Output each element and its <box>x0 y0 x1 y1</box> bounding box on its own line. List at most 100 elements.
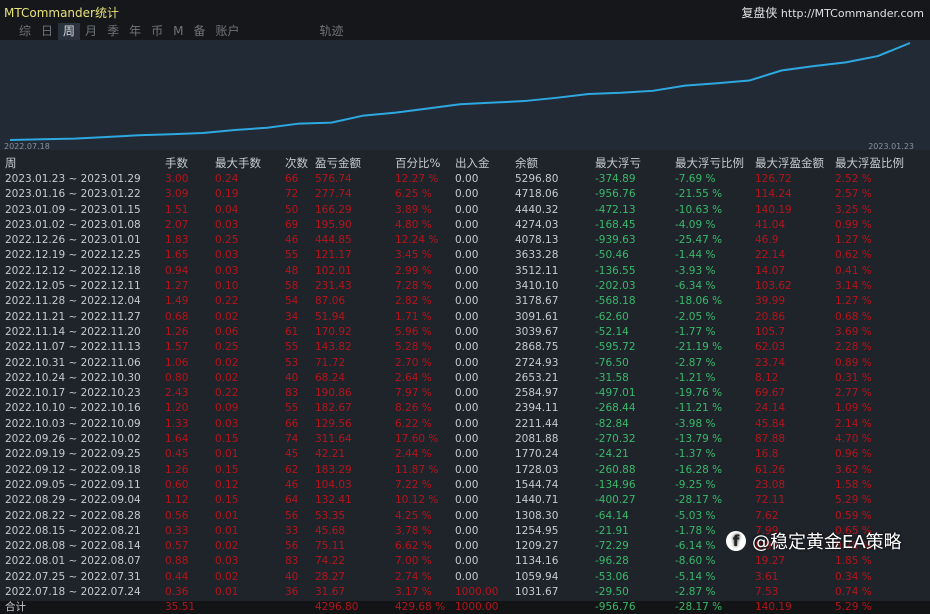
tab-10[interactable]: 轨迹 <box>315 23 349 40</box>
cell-11: 最大浮盈比例 <box>835 156 904 170</box>
cell-3: 62 <box>285 463 299 476</box>
tab-8[interactable]: 备 <box>188 23 210 40</box>
cell-6: 0.00 <box>455 524 479 537</box>
cell-4: 190.86 <box>315 387 352 400</box>
cell-8: -82.84 <box>595 417 629 430</box>
tab-4[interactable]: 季 <box>102 23 124 40</box>
tab-7[interactable]: M <box>168 23 188 40</box>
cell-7: 2653.21 <box>515 371 559 384</box>
cell-2: 0.06 <box>215 325 239 338</box>
cell-9: -1.78 % <box>675 524 716 537</box>
cell-2: 0.25 <box>215 341 239 354</box>
cell-7: 3039.67 <box>515 325 559 338</box>
cell-5: 2.64 % <box>395 371 432 384</box>
tab-5[interactable]: 年 <box>124 23 146 40</box>
tab-1[interactable]: 日 <box>36 23 58 40</box>
cell-7: 3633.28 <box>515 249 559 262</box>
cell-6: 0.00 <box>455 371 479 384</box>
table-row: 2022.09.05 ~ 2022.09.11 0.60 0.12 46 104.03 7… <box>0 478 930 493</box>
cell-7: 2868.75 <box>515 341 559 354</box>
site-link[interactable]: 复盘侠 http://MTCommander.com <box>741 4 924 21</box>
cell-6: 0.00 <box>455 509 479 522</box>
tab-6[interactable]: 币 <box>146 23 168 40</box>
table-row: 2022.09.12 ~ 2022.09.18 1.26 0.15 62 183.29 1… <box>0 463 930 478</box>
site-url[interactable]: http://MTCommander.com <box>781 7 924 20</box>
cell-4: 311.64 <box>315 433 352 446</box>
cell-7: 4440.32 <box>515 203 559 216</box>
cell-5: 429.68 % <box>395 601 446 614</box>
cell-11: 2.28 % <box>835 341 872 354</box>
cell-9: -3.93 % <box>675 264 716 277</box>
tab-2[interactable]: 周 <box>58 23 81 40</box>
cell-9: -5.03 % <box>675 509 716 522</box>
cell-9: -1.21 % <box>675 371 716 384</box>
table-row: 2022.12.12 ~ 2022.12.18 0.94 0.03 48 102.01 2… <box>0 264 930 279</box>
cell-7: 4274.03 <box>515 218 559 231</box>
cell-4: 51.94 <box>315 310 346 323</box>
cell-4: 143.82 <box>315 341 352 354</box>
cell-1: 0.56 <box>165 509 189 522</box>
cell-5: 8.26 % <box>395 402 432 415</box>
cell-7: 3091.61 <box>515 310 559 323</box>
cell-2: 0.22 <box>215 387 239 400</box>
cell-8: 最大浮亏 <box>595 156 641 170</box>
cell-5: 3.89 % <box>395 203 432 216</box>
cell-2: 0.01 <box>215 509 239 522</box>
cell-2: 0.03 <box>215 249 239 262</box>
cell-1: 1.51 <box>165 203 189 216</box>
cell-0: 2022.11.07 ~ 2022.11.13 <box>5 341 141 354</box>
table-row: 2022.11.07 ~ 2022.11.13 1.57 0.25 55 143.82 5… <box>0 340 930 355</box>
cell-3: 61 <box>285 325 299 338</box>
cell-3: 74 <box>285 433 299 446</box>
cell-10: 22.14 <box>755 249 786 262</box>
cell-9: -19.76 % <box>675 387 723 400</box>
cell-3: 45 <box>285 448 299 461</box>
cell-11: 3.25 % <box>835 203 872 216</box>
cell-8: -96.28 <box>595 555 629 568</box>
cell-10: 87.88 <box>755 433 786 446</box>
cell-9: -21.55 % <box>675 188 723 201</box>
cell-4: 31.67 <box>315 586 346 599</box>
cell-4: 576.74 <box>315 173 352 185</box>
cell-8: -497.01 <box>595 387 636 400</box>
cell-2: 最大手数 <box>215 156 261 170</box>
cell-5: 5.96 % <box>395 325 432 338</box>
cell-4: 45.68 <box>315 524 346 537</box>
cell-6: 0.00 <box>455 188 479 201</box>
cell-0: 周 <box>5 156 17 170</box>
cell-1: 1.20 <box>165 402 189 415</box>
cell-5: 17.60 % <box>395 433 439 446</box>
cell-10: 39.99 <box>755 295 786 308</box>
balance-chart <box>0 40 930 150</box>
cell-1: 1.26 <box>165 463 189 476</box>
cell-7: 1254.95 <box>515 524 559 537</box>
cell-0: 2022.09.05 ~ 2022.09.11 <box>5 478 141 491</box>
cell-5: 2.82 % <box>395 295 432 308</box>
cell-7: 1059.94 <box>515 570 559 583</box>
tab-9[interactable]: 账户 <box>210 23 244 40</box>
tab-0[interactable]: 综 <box>14 23 36 40</box>
balance-chart-svg <box>9 42 911 141</box>
cell-4: 68.24 <box>315 371 346 384</box>
table-row: 2022.08.29 ~ 2022.09.04 1.12 0.15 64 132.41 1… <box>0 493 930 508</box>
cell-9: -28.17 % <box>675 601 723 614</box>
cell-6: 0.00 <box>455 234 479 247</box>
cell-0: 2022.07.25 ~ 2022.07.31 <box>5 570 141 583</box>
table-row: 2023.01.23 ~ 2023.01.29 3.00 0.24 66 576.74 1… <box>0 172 930 187</box>
cell-2: 0.02 <box>215 570 239 583</box>
cell-9: -3.98 % <box>675 417 716 430</box>
cell-6: 0.00 <box>455 310 479 323</box>
cell-5: 12.24 % <box>395 234 439 247</box>
tab-3[interactable]: 月 <box>80 23 102 40</box>
cell-6: 0.00 <box>455 570 479 583</box>
cell-10: 20.86 <box>755 310 786 323</box>
cell-1: 1.49 <box>165 295 189 308</box>
cell-9: -16.28 % <box>675 463 723 476</box>
cell-6: 0.00 <box>455 387 479 400</box>
cell-10: 62.03 <box>755 341 786 354</box>
cell-9: -6.34 % <box>675 280 716 293</box>
cell-2: 0.12 <box>215 478 239 491</box>
cell-2: 0.02 <box>215 371 239 384</box>
cell-5: 12.27 % <box>395 173 439 185</box>
cell-5: 7.22 % <box>395 478 432 491</box>
